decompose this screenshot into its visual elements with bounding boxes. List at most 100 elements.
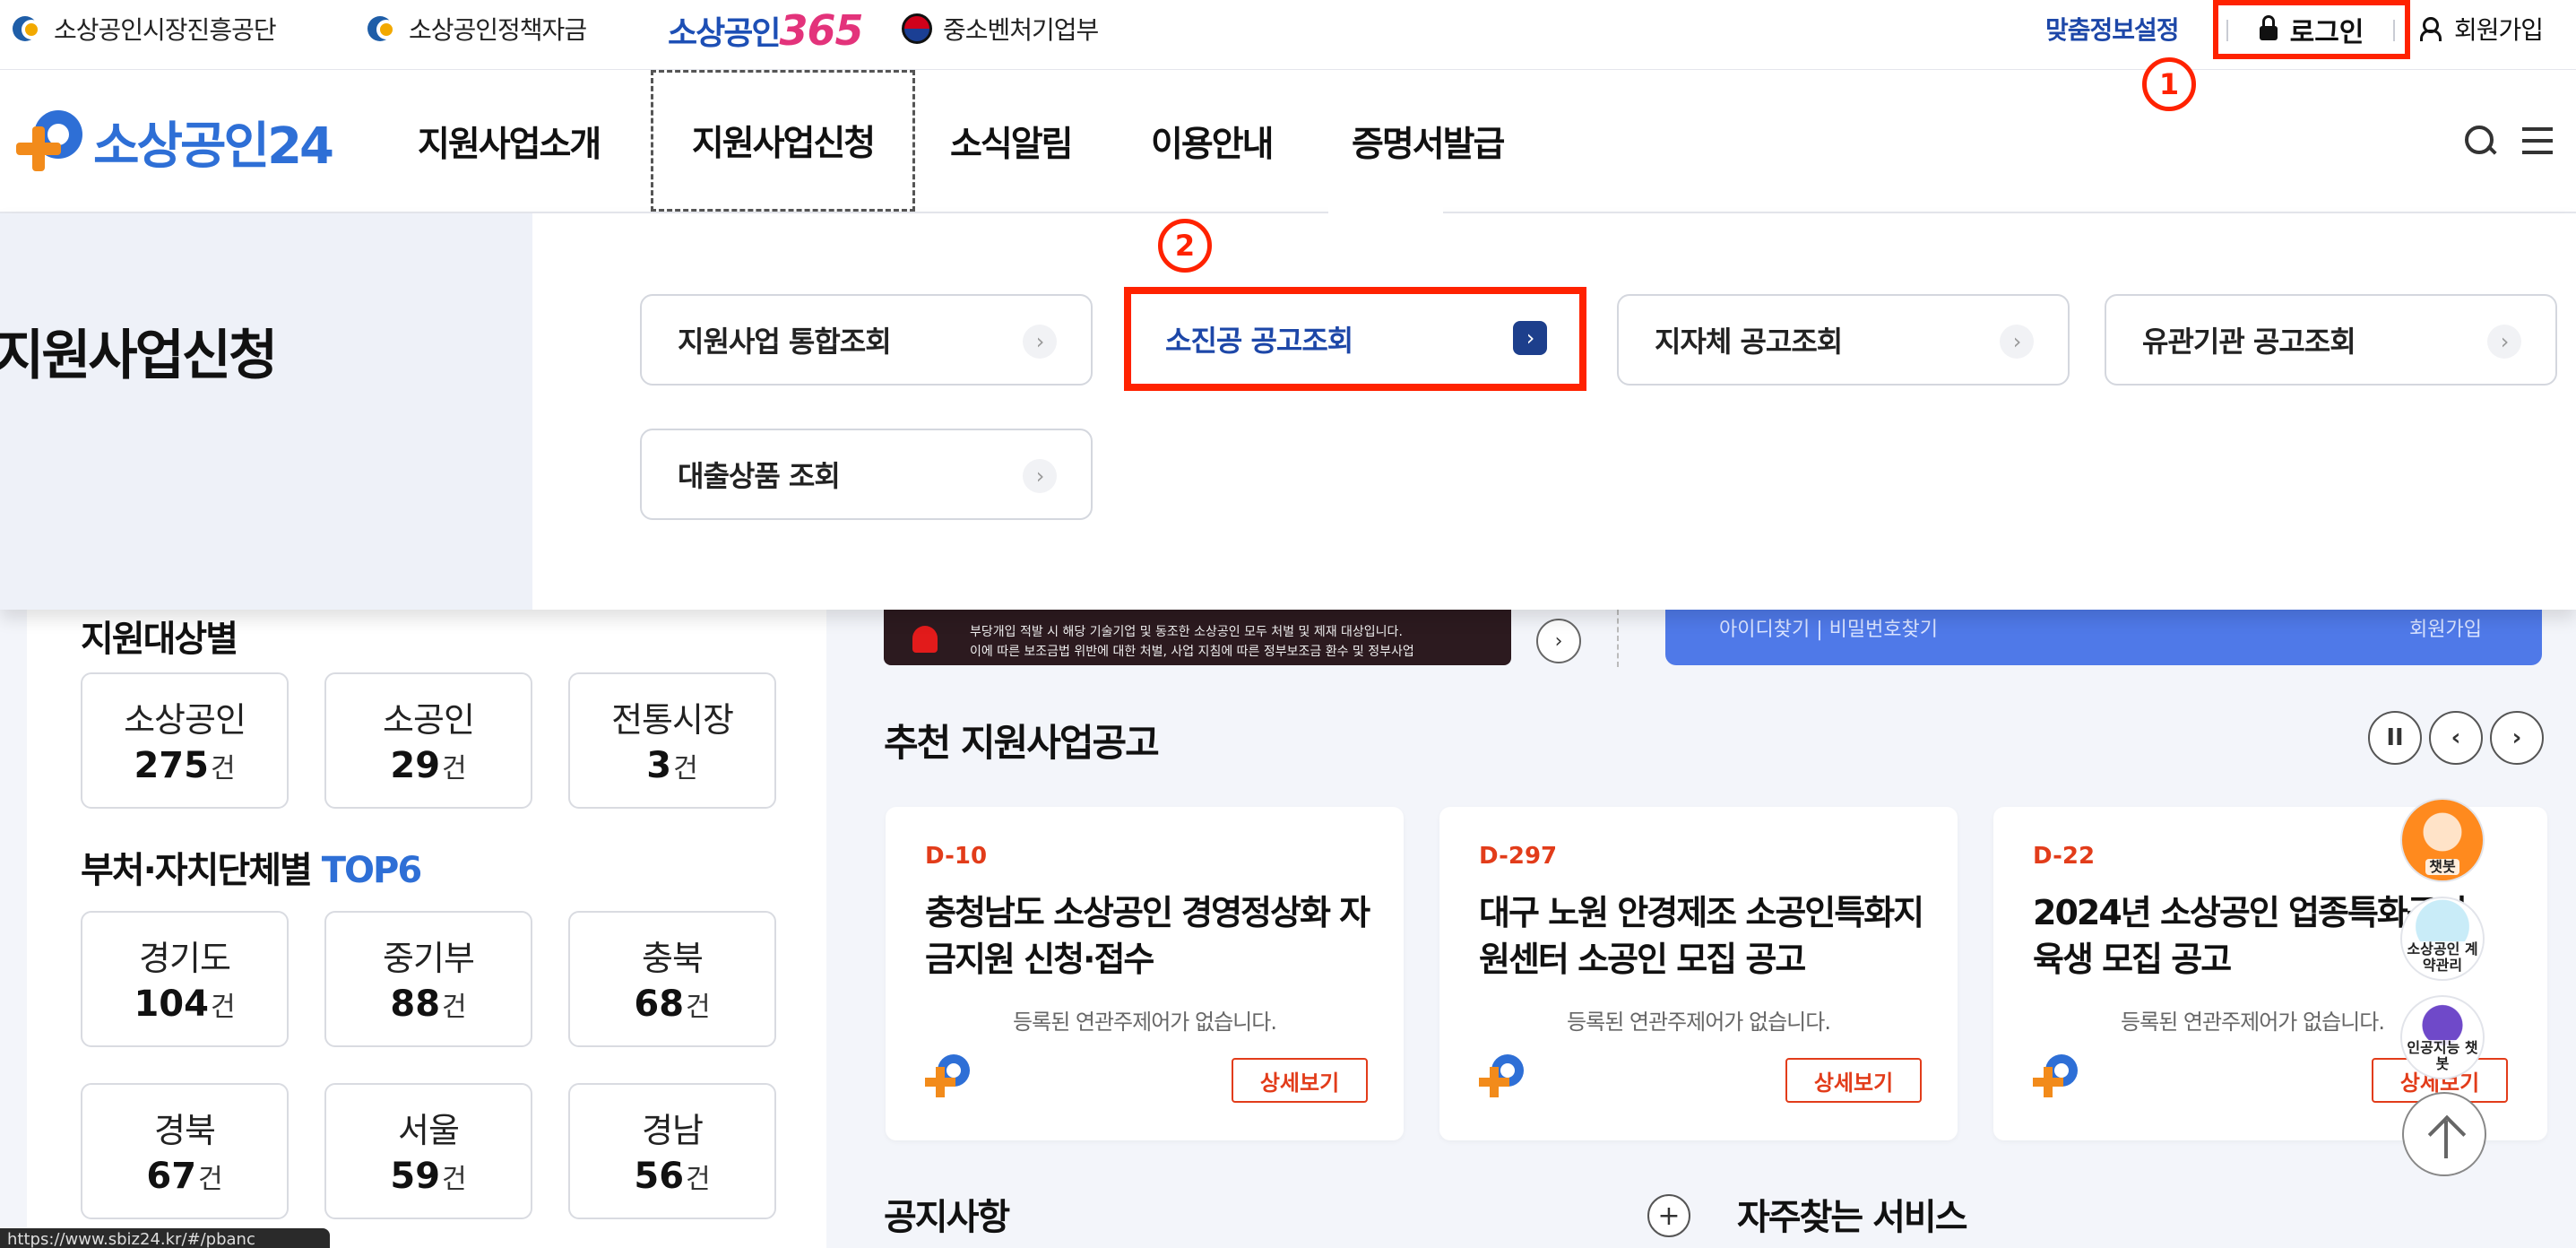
- warning-banner[interactable]: 부당개입 적발 시 해당 기술기업 및 동조한 소상공인 모두 처벌 및 제재 …: [884, 610, 1511, 665]
- nav-item-guide[interactable]: 이용안내: [1151, 115, 1275, 169]
- stat-value: 275: [134, 745, 209, 786]
- announcement-card[interactable]: D-297 대구 노원 안경제조 소공인특화지원센터 소공인 모집 공고 등록된…: [1439, 807, 1958, 1140]
- agency-logo-icon: [13, 13, 45, 45]
- carousel-next-button[interactable]: ›: [2490, 711, 2544, 765]
- announcement-card[interactable]: D-10 충청남도 소상공인 경영정상화 자금지원 신청·접수 등록된 연관주제…: [886, 807, 1404, 1140]
- agency-link[interactable]: 소상공인시장진흥공단: [13, 11, 277, 47]
- chevron-right-icon: ›: [1023, 459, 1057, 493]
- announcement-title[interactable]: 대구 노원 안경제조 소공인특화지원센터 소공인 모집 공고: [1479, 889, 1927, 983]
- stat-target-3[interactable]: 전통시장 3건: [568, 672, 776, 809]
- no-keyword-text: 등록된 연관주제어가 없습니다.: [1567, 1010, 1831, 1035]
- stat-dept-1[interactable]: 경기도 104건: [81, 911, 289, 1047]
- chevron-right-icon: ›: [1023, 325, 1057, 359]
- agency-logo-icon: [2033, 1054, 2079, 1099]
- siren-icon: [912, 626, 938, 653]
- menu-label: 지원사업 통합조회: [678, 325, 892, 359]
- warning-line-2: 이에 따른 보조금법 위반에 대한 처벌, 사업 지침에 따른 정부보조금 환수…: [970, 645, 1414, 659]
- apply-dropdown-menu: 지원사업신청 지원사업 통합조회 › 소진공 공고조회 › 지자체 공고조회 ›…: [0, 206, 2576, 610]
- policy-fund-link[interactable]: 소상공인정책자금: [367, 11, 587, 47]
- stat-value: 88: [390, 984, 441, 1025]
- divider: [1617, 610, 1619, 667]
- menu-loan-products[interactable]: 대출상품 조회 ›: [640, 429, 1093, 520]
- stat-dept-6[interactable]: 경남 56건: [568, 1083, 776, 1219]
- detail-button[interactable]: 상세보기: [1232, 1058, 1368, 1103]
- brand365-number: 365: [779, 6, 863, 55]
- ai-chatbot-label: 인공지능 챗봇: [2402, 1040, 2483, 1072]
- stat-label: 경북: [154, 1111, 216, 1150]
- login-button[interactable]: 로그인: [2213, 0, 2410, 59]
- stat-value: 67: [146, 1156, 197, 1197]
- stat-unit: 건: [686, 992, 711, 1023]
- step-marker-2: 2: [1158, 219, 1212, 273]
- site-logo[interactable]: 소상공인24: [16, 106, 334, 178]
- stat-dept-5[interactable]: 서울 59건: [324, 1083, 532, 1219]
- nav-item-certificate[interactable]: 증명서발급: [1352, 115, 1505, 169]
- ministry-link[interactable]: 중소벤처기업부: [902, 11, 1099, 47]
- policy-fund-label: 소상공인정책자금: [409, 15, 587, 45]
- stat-dept-4[interactable]: 경북 67건: [81, 1083, 289, 1219]
- stat-target-2[interactable]: 소공인 29건: [324, 672, 532, 809]
- chatbot-button[interactable]: 챗봇: [2400, 798, 2485, 882]
- menu-label: 대출상품 조회: [678, 459, 841, 493]
- dday-badge: D-297: [1479, 843, 1558, 870]
- hamburger-menu-icon[interactable]: [2522, 126, 2553, 156]
- carousel-prev-button[interactable]: ‹: [2429, 711, 2483, 765]
- no-keyword-text: 등록된 연관주제어가 없습니다.: [1013, 1010, 1277, 1035]
- recommend-section-title: 추천 지원사업공고: [884, 721, 1160, 765]
- stat-target-1[interactable]: 소상공인 275건: [81, 672, 289, 809]
- logo-mark-icon: [16, 108, 88, 175]
- nav-item-intro[interactable]: 지원사업소개: [418, 115, 601, 169]
- announcement-title[interactable]: 충청남도 소상공인 경영정상화 자금지원 신청·접수: [925, 889, 1373, 983]
- nav-item-news[interactable]: 소식알림: [950, 115, 1074, 169]
- stat-value: 3: [646, 745, 672, 786]
- brand365-korean: 소상공인: [668, 15, 781, 52]
- stat-unit: 건: [686, 1164, 711, 1195]
- agency-logo-icon: [925, 1054, 972, 1099]
- search-icon[interactable]: [2463, 124, 2497, 158]
- stat-value: 68: [634, 984, 685, 1025]
- menu-integrated-search[interactable]: 지원사업 통합조회 ›: [640, 294, 1093, 386]
- stat-label: 경기도: [139, 939, 231, 978]
- stat-unit: 건: [442, 1164, 467, 1195]
- dept-title-text: 부처·자치단체별: [81, 850, 313, 891]
- agency-link-label: 소상공인시장진흥공단: [54, 15, 277, 45]
- notice-section-title: 공지사항: [884, 1197, 1010, 1238]
- chevron-right-icon: ›: [2000, 325, 2034, 359]
- carousel-pause-button[interactable]: II: [2368, 711, 2422, 765]
- warning-line-1: 부당개입 적발 시 해당 기술기업 및 동조한 소상공인 모두 처벌 및 제재 …: [970, 625, 1403, 639]
- agency-logo-icon: [1479, 1054, 1526, 1099]
- menu-related-agency-announcements[interactable]: 유관기관 공고조회 ›: [2105, 294, 2557, 386]
- dday-badge: D-10: [925, 843, 988, 870]
- stat-value: 29: [390, 745, 441, 786]
- stat-dept-3[interactable]: 충북 68건: [568, 911, 776, 1047]
- signup-link[interactable]: 회원가입: [2420, 11, 2544, 47]
- stat-value: 56: [634, 1156, 685, 1197]
- brand365-link[interactable]: 소상공인 365: [668, 4, 864, 57]
- ministry-label: 중소벤처기업부: [943, 15, 1099, 45]
- dept-section-title: 부처·자치단체별 TOP6: [81, 841, 422, 893]
- login-label: 로그인: [2289, 17, 2364, 48]
- detail-button[interactable]: 상세보기: [1785, 1058, 1922, 1103]
- dropdown-notch: [1328, 206, 1443, 217]
- chevron-right-icon: ›: [1513, 321, 1547, 355]
- ai-chatbot-button[interactable]: 인공지능 챗봇: [2400, 995, 2485, 1079]
- contract-management-button[interactable]: 소상공인 계약관리: [2400, 897, 2485, 981]
- stat-unit: 건: [442, 753, 467, 784]
- menu-local-gov-announcements[interactable]: 지자체 공고조회 ›: [1617, 294, 2070, 386]
- banner-next-button[interactable]: ›: [1536, 619, 1581, 663]
- dropdown-title: 지원사업신청: [0, 325, 278, 387]
- stat-label: 충북: [642, 939, 704, 978]
- dept-title-accent: TOP6: [321, 850, 422, 891]
- nav-item-apply[interactable]: 지원사업신청: [651, 70, 915, 212]
- find-account-links[interactable]: 아이디찾기 | 비밀번호찾기: [1719, 613, 1938, 642]
- menu-semas-announcements[interactable]: 소진공 공고조회 ›: [1124, 287, 1586, 391]
- stat-dept-2[interactable]: 중기부 88건: [324, 911, 532, 1047]
- menu-label: 지자체 공고조회: [1655, 325, 1843, 359]
- notice-more-button[interactable]: +: [1647, 1194, 1690, 1237]
- widget-signup-link[interactable]: 회원가입: [2409, 613, 2482, 642]
- dday-badge: D-22: [2033, 843, 2096, 870]
- divider: [2393, 20, 2395, 41]
- scroll-to-top-button[interactable]: [2402, 1092, 2486, 1176]
- custom-info-link[interactable]: 맞춤정보설정: [2045, 11, 2180, 47]
- target-section-title: 지원대상별: [81, 619, 238, 660]
